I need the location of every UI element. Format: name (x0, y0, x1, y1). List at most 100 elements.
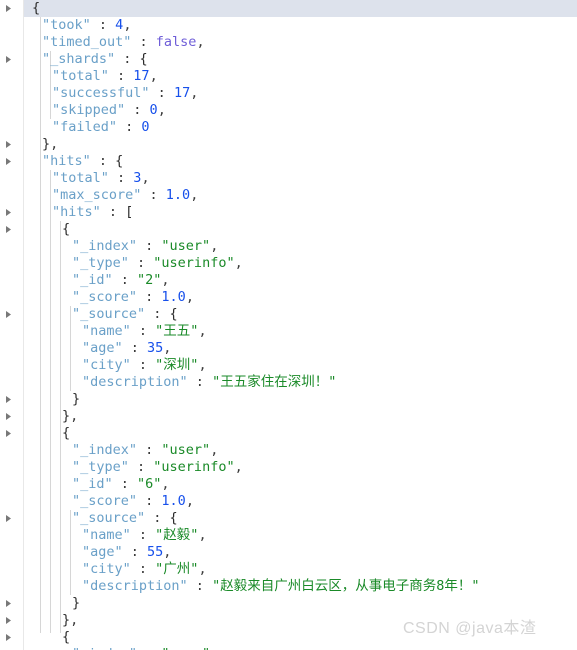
code-line[interactable]: "_id" : "6", (24, 476, 577, 493)
token-p: , (198, 561, 207, 577)
code-line[interactable]: }, (24, 136, 577, 153)
code-line[interactable]: "total" : 17, (24, 68, 577, 85)
token-p: : (117, 119, 142, 135)
token-p: : (137, 442, 162, 458)
token-k: "total" (52, 170, 109, 186)
code-line[interactable]: "description" : "赵毅来自广州白云区，从事电子商务8年！" (24, 578, 577, 595)
code-line[interactable]: "hits" : { (24, 153, 577, 170)
token-k: "_type" (72, 459, 129, 475)
token-p: , (196, 34, 205, 50)
editor-gutter[interactable] (0, 0, 24, 650)
token-p: : (145, 306, 170, 322)
code-line[interactable]: { (24, 629, 577, 646)
token-br: { (115, 153, 124, 169)
token-p: , (234, 459, 243, 475)
code-line[interactable]: "took" : 4, (24, 17, 577, 34)
code-line[interactable]: "successful" : 17, (24, 85, 577, 102)
json-code-editor[interactable]: {"took" : 4, "timed_out" : false, "_shards… (0, 0, 577, 650)
token-str: "user" (161, 238, 211, 254)
token-p: : (115, 51, 140, 67)
token-num: 55 (147, 544, 164, 560)
code-line[interactable]: "_source" : { (24, 510, 577, 527)
code-line[interactable]: "_index" : "user", (24, 442, 577, 459)
fold-collapse-icon[interactable] (4, 225, 13, 234)
code-line[interactable]: "_source" : { (24, 306, 577, 323)
code-line[interactable]: "total" : 3, (24, 170, 577, 187)
fold-collapse-icon[interactable] (4, 157, 13, 166)
token-str: "userinfo" (153, 459, 235, 475)
code-content-area[interactable]: {"took" : 4, "timed_out" : false, "_shards… (24, 0, 577, 650)
token-k: "_source" (72, 510, 146, 526)
token-k: "total" (52, 68, 109, 84)
fold-expand-icon[interactable] (4, 616, 13, 625)
token-k: "name" (82, 323, 131, 339)
code-line[interactable]: "_score" : 1.0, (24, 289, 577, 306)
code-line[interactable]: "_index" : "user" (24, 646, 577, 650)
code-line[interactable]: "timed_out" : false, (24, 34, 577, 51)
token-k: "_score" (72, 493, 138, 509)
token-k: "hits" (52, 204, 101, 220)
token-num: 0 (149, 102, 158, 118)
token-br: { (139, 51, 148, 67)
code-line[interactable]: "name" : "王五", (24, 323, 577, 340)
code-line[interactable]: "_score" : 1.0, (24, 493, 577, 510)
code-line[interactable]: } (24, 595, 577, 612)
token-p: , (161, 476, 170, 492)
token-k: "_id" (72, 272, 113, 288)
token-br: } (72, 595, 81, 611)
code-line[interactable]: "age" : 55, (24, 544, 577, 561)
fold-collapse-icon[interactable] (4, 429, 13, 438)
code-line[interactable]: { (24, 0, 577, 17)
token-p: , (234, 255, 243, 271)
code-line[interactable]: "max_score" : 1.0, (24, 187, 577, 204)
code-line[interactable]: "failed" : 0 (24, 119, 577, 136)
code-line[interactable]: }, (24, 612, 577, 629)
token-p: , (163, 340, 172, 356)
token-p: : (149, 85, 174, 101)
fold-collapse-icon[interactable] (4, 208, 13, 217)
token-k: "description" (82, 578, 188, 594)
fold-collapse-icon[interactable] (4, 633, 13, 642)
token-k: "_id" (72, 476, 113, 492)
token-br: { (62, 425, 71, 441)
token-br: } (42, 136, 51, 152)
code-line[interactable]: "_type" : "userinfo", (24, 459, 577, 476)
token-p: , (198, 527, 207, 543)
fold-expand-icon[interactable] (4, 140, 13, 149)
code-line[interactable]: "_id" : "2", (24, 272, 577, 289)
code-line[interactable]: "name" : "赵毅", (24, 527, 577, 544)
fold-expand-icon[interactable] (4, 395, 13, 404)
fold-collapse-icon[interactable] (4, 310, 13, 319)
token-br: { (62, 221, 71, 237)
code-line[interactable]: }, (24, 408, 577, 425)
code-line[interactable]: "hits" : [ (24, 204, 577, 221)
code-line[interactable]: "city" : "深圳", (24, 357, 577, 374)
token-p: : (108, 170, 134, 186)
token-p: , (185, 493, 194, 509)
fold-collapse-icon[interactable] (4, 4, 13, 13)
code-line[interactable]: "_shards" : { (24, 51, 577, 68)
fold-expand-icon[interactable] (4, 412, 13, 421)
code-line[interactable]: "_index" : "user", (24, 238, 577, 255)
fold-expand-icon[interactable] (4, 599, 13, 608)
token-str: "赵毅来自广州白云区，从事电子商务8年！" (212, 578, 480, 594)
fold-collapse-icon[interactable] (4, 55, 13, 64)
code-line[interactable]: "age" : 35, (24, 340, 577, 357)
token-p: , (210, 238, 219, 254)
token-p: , (190, 85, 199, 101)
code-line[interactable]: "city" : "广州", (24, 561, 577, 578)
code-line[interactable]: "skipped" : 0, (24, 102, 577, 119)
fold-collapse-icon[interactable] (4, 514, 13, 523)
code-line[interactable]: { (24, 425, 577, 442)
token-br: } (62, 408, 71, 424)
token-p: : (130, 357, 156, 373)
code-line[interactable]: "_type" : "userinfo", (24, 255, 577, 272)
token-p: : (130, 323, 156, 339)
code-line[interactable]: "description" : "王五家住在深圳！" (24, 374, 577, 391)
code-line[interactable]: { (24, 221, 577, 238)
code-line-list[interactable]: {"took" : 4, "timed_out" : false, "_shards… (24, 0, 577, 650)
token-p: : (100, 204, 126, 220)
code-line[interactable]: } (24, 391, 577, 408)
token-k: "took" (42, 17, 91, 33)
token-br: { (169, 306, 178, 322)
